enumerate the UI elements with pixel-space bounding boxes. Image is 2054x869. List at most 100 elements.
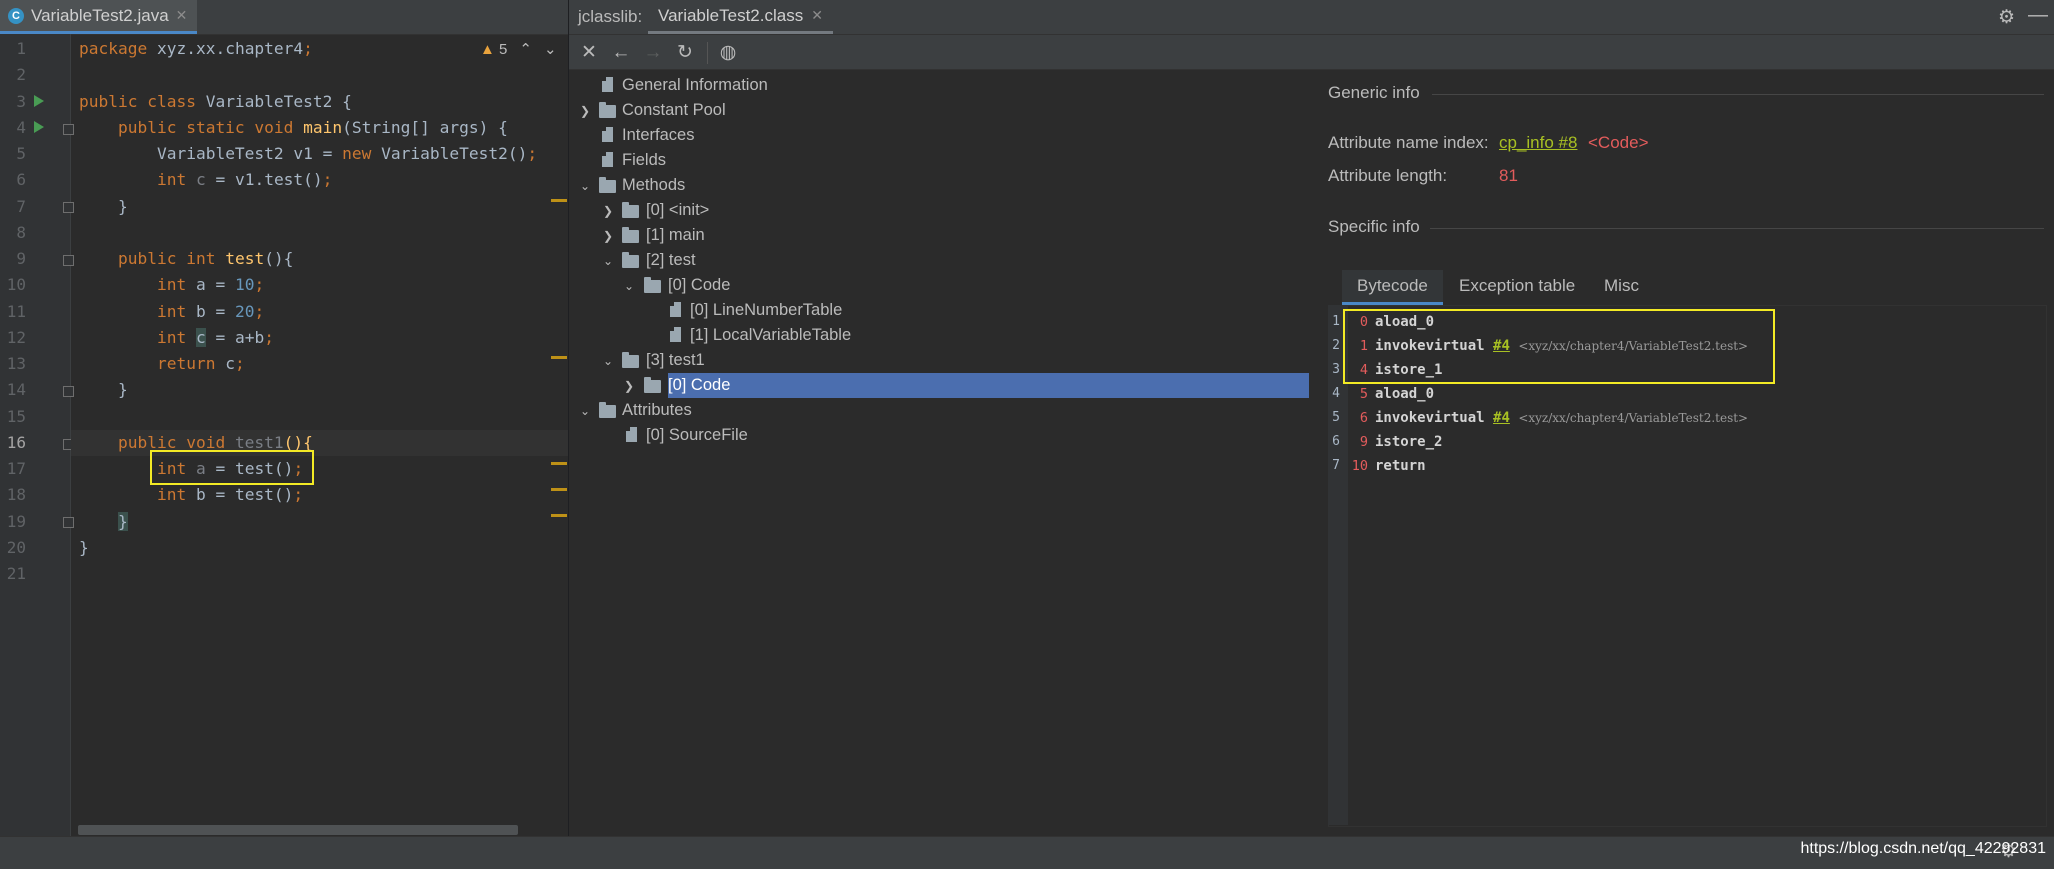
tab-misc[interactable]: Misc: [1589, 270, 1654, 302]
jclasslib-tab-label: VariableTest2.class: [658, 5, 804, 25]
gear-icon[interactable]: ⚙: [1998, 6, 2015, 29]
tree-item-fields[interactable]: Fields: [622, 148, 666, 173]
editor-tab-label: VariableTest2.java: [31, 5, 169, 25]
section-divider: [1432, 94, 2044, 95]
tree-item-test-code[interactable]: [0] Code: [668, 273, 730, 298]
line-number: 3: [16, 92, 26, 111]
horizontal-scrollbar[interactable]: [78, 825, 518, 835]
chevron-down-icon[interactable]: ⌄: [622, 279, 636, 293]
document-icon: [670, 302, 681, 317]
close-icon[interactable]: ✕: [176, 7, 188, 24]
close-icon[interactable]: ✕: [577, 41, 601, 65]
warning-stripe-mark[interactable]: [551, 488, 567, 491]
bytecode-offset: 10: [1351, 458, 1368, 474]
code-line-19: }: [117, 512, 128, 531]
tree-item-method-test[interactable]: [2] test: [646, 248, 696, 273]
code-line-18: int b = test();: [156, 485, 304, 504]
code-area[interactable]: package xyz.xx.chapter4; public class Va…: [71, 34, 568, 836]
cp-info-link[interactable]: cp_info #8: [1499, 133, 1577, 153]
attribute-length-value: 81: [1499, 166, 1518, 185]
tree-item-method-main[interactable]: [1] main: [646, 223, 705, 248]
document-icon: [626, 427, 637, 442]
warning-stripe-mark[interactable]: [551, 514, 567, 517]
code-line-14: }: [117, 380, 128, 399]
code-line-4: public static void main(String[] args) {: [117, 118, 508, 137]
line-number: 2: [16, 65, 26, 84]
code-line-1: package xyz.xx.chapter4;: [79, 39, 313, 58]
chevron-right-icon[interactable]: ❯: [578, 104, 592, 118]
tree-item-method-init[interactable]: [0] <init>: [646, 198, 709, 223]
line-number: 15: [6, 407, 26, 426]
line-number: 10: [6, 275, 26, 294]
globe-icon[interactable]: ◍: [716, 41, 740, 65]
code-line-3: public class VariableTest2 {: [79, 92, 352, 111]
folder-icon: [622, 202, 639, 218]
folder-icon: [599, 177, 616, 193]
minimize-icon[interactable]: —: [2028, 4, 2048, 27]
line-number: 17: [6, 459, 26, 478]
chevron-right-icon[interactable]: ❯: [601, 204, 615, 218]
attribute-name-value: <Code>: [1588, 133, 1649, 152]
chevron-up-icon[interactable]: ⌃: [519, 40, 532, 58]
tab-bytecode[interactable]: Bytecode: [1342, 270, 1443, 305]
tree-item-interfaces[interactable]: Interfaces: [622, 123, 694, 148]
document-icon: [602, 77, 613, 92]
warning-stripe-mark[interactable]: [551, 462, 567, 465]
warning-count: 5: [499, 40, 508, 58]
back-arrow-icon[interactable]: ←: [609, 41, 633, 65]
tree-item-method-test1[interactable]: [3] test1: [646, 348, 705, 373]
status-bar: [0, 836, 2054, 869]
chevron-down-icon[interactable]: ⌄: [578, 404, 592, 418]
bytecode-offset: 5: [1359, 386, 1368, 402]
code-line-9: public int test(){: [117, 249, 294, 268]
forward-arrow-icon[interactable]: →: [641, 41, 665, 65]
constant-ref-link[interactable]: #4: [1493, 410, 1510, 426]
document-icon: [602, 152, 613, 167]
warning-stripe-mark[interactable]: [551, 199, 567, 202]
refresh-icon[interactable]: ↻: [673, 41, 697, 65]
tree-item-local-variable-table[interactable]: [1] LocalVariableTable: [690, 323, 851, 348]
editor-tab[interactable]: C VariableTest2.java ✕: [0, 0, 198, 34]
warning-stripe-mark[interactable]: [551, 356, 567, 359]
folder-icon: [622, 252, 639, 268]
chevron-down-icon[interactable]: ⌄: [544, 40, 557, 58]
toolbar-divider: [707, 42, 708, 64]
close-icon[interactable]: ✕: [811, 7, 823, 24]
chevron-down-icon[interactable]: ⌄: [601, 254, 615, 268]
chevron-down-icon[interactable]: ⌄: [578, 179, 592, 193]
run-icon[interactable]: [34, 121, 44, 133]
tree-item-test1-code[interactable]: [0] Code: [668, 373, 730, 398]
tab-exception-table[interactable]: Exception table: [1444, 270, 1590, 302]
document-icon: [670, 327, 681, 342]
folder-icon: [599, 402, 616, 418]
tree-item-line-number-table[interactable]: [0] LineNumberTable: [690, 298, 842, 323]
folder-icon: [622, 227, 639, 243]
run-icon[interactable]: [34, 95, 44, 107]
tree-item-source-file[interactable]: [0] SourceFile: [646, 423, 748, 448]
warning-icon: ▲: [480, 40, 495, 58]
jclasslib-toolbar: [569, 35, 2054, 70]
chevron-right-icon[interactable]: ❯: [601, 229, 615, 243]
jclasslib-tab[interactable]: VariableTest2.class ✕: [648, 0, 833, 34]
java-class-icon: C: [8, 7, 24, 24]
line-number: 13: [6, 354, 26, 373]
tree-item-general-information[interactable]: General Information: [622, 73, 768, 98]
code-line-6: int c = v1.test();: [156, 170, 333, 189]
chevron-down-icon[interactable]: ⌄: [601, 354, 615, 368]
editor-tab-bar: C VariableTest2.java ✕: [0, 0, 568, 35]
inspection-widget[interactable]: ▲ 5 ⌃ ⌄: [480, 40, 557, 59]
line-number: 14: [6, 380, 26, 399]
tree-item-constant-pool[interactable]: Constant Pool: [622, 98, 726, 123]
code-line-10: int a = 10;: [156, 275, 265, 294]
bytecode-offset: 9: [1359, 434, 1368, 450]
tree-item-methods[interactable]: Methods: [622, 173, 685, 198]
jclasslib-label: jclasslib:: [578, 7, 643, 26]
bytecode-offset: 6: [1359, 410, 1368, 426]
code-line-5: VariableTest2 v1 = new VariableTest2();: [156, 144, 538, 163]
line-number-gutter: 1 2 3 4 5 6 7 8 9 10 11 12 13 14 15 16 1…: [0, 34, 74, 836]
tree-item-attributes[interactable]: Attributes: [622, 398, 692, 423]
folder-icon: [644, 377, 661, 393]
line-number: 16: [6, 433, 26, 452]
line-number: 20: [6, 538, 26, 557]
chevron-right-icon[interactable]: ❯: [622, 379, 636, 393]
